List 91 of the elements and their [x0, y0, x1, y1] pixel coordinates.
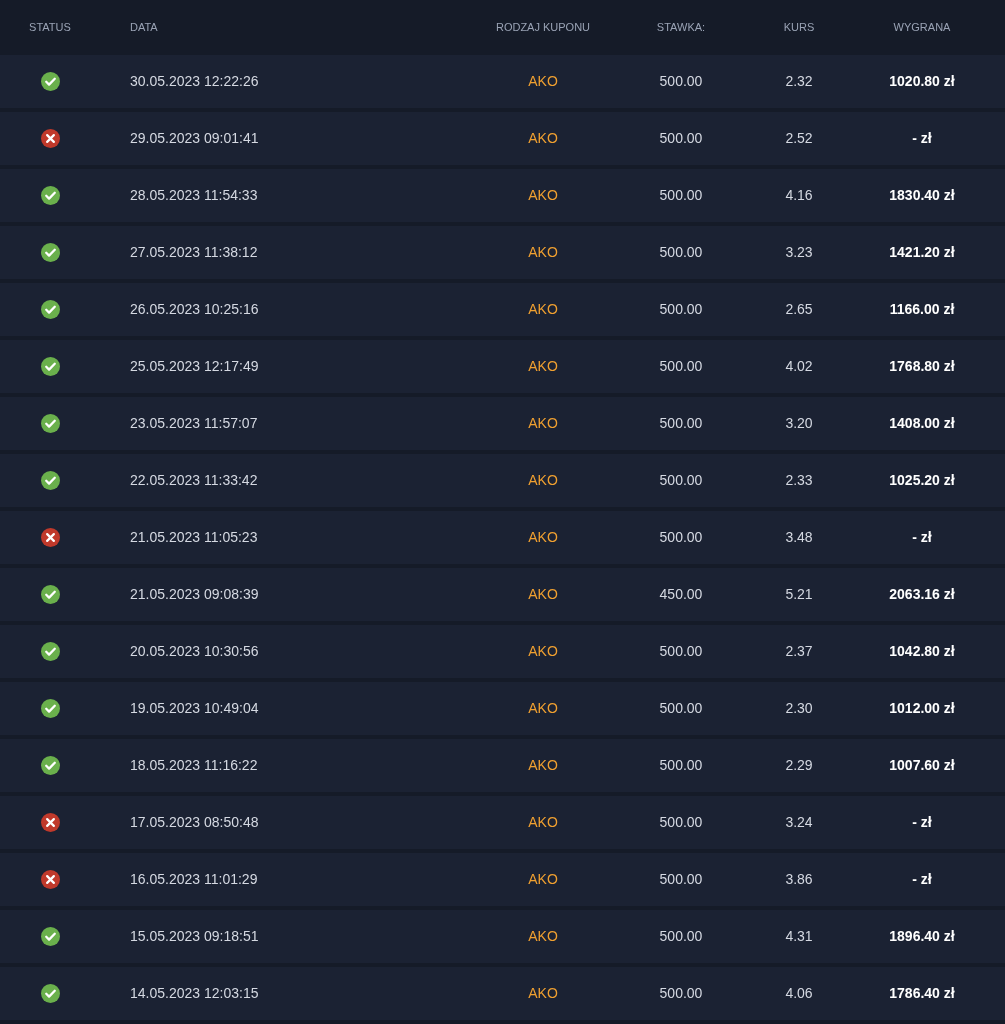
stake-cell-text: 500.00 — [659, 699, 703, 718]
stake-cell-text: 500.00 — [659, 471, 703, 490]
coupon-type-cell-text: AKO — [528, 129, 558, 148]
stake-cell-text: 500.00 — [659, 756, 703, 775]
coupon-type-cell-text: AKO — [528, 72, 558, 91]
stake-cell-text: 500.00 — [659, 642, 703, 661]
date-cell-text: 19.05.2023 10:49:04 — [130, 699, 259, 718]
odds-cell-text: 4.02 — [785, 357, 813, 376]
date-cell-text: 22.05.2023 11:33:42 — [130, 471, 258, 490]
odds-cell-text: 2.29 — [785, 756, 813, 775]
win-cell-text: - zł — [912, 129, 932, 148]
odds-cell-text: 2.37 — [785, 642, 813, 661]
odds-cell-text: 2.65 — [785, 300, 813, 319]
stake-cell-text: 500.00 — [659, 186, 703, 205]
win-cell-text: 1166.00 zł — [889, 300, 955, 319]
date-cell-text: 25.05.2023 12:17:49 — [130, 357, 259, 376]
coupon-type-cell-text: AKO — [528, 300, 558, 319]
coupon-type-cell-text: AKO — [528, 756, 558, 775]
coupon-type-cell-text: AKO — [528, 642, 558, 661]
win-cell-text: 1421.20 zł — [889, 243, 955, 262]
coupon-type-cell-text: AKO — [528, 585, 558, 604]
win-cell-text: 1020.80 zł — [889, 72, 955, 91]
stake-cell-text: 500.00 — [659, 72, 703, 91]
date-cell-text: 21.05.2023 09:08:39 — [130, 585, 259, 604]
win-cell-text: 1025.20 zł — [889, 471, 955, 490]
column-header: WYGRANA — [893, 20, 951, 36]
win-cell-text: 1012.00 zł — [889, 699, 955, 718]
date-cell-text: 15.05.2023 09:18:51 — [130, 927, 259, 946]
win-cell-text: 1768.80 zł — [889, 357, 955, 376]
coupon-type-cell-text: AKO — [528, 927, 558, 946]
odds-cell-text: 3.23 — [785, 243, 813, 262]
win-cell-text: 1042.80 zł — [889, 642, 955, 661]
odds-cell-text: 3.86 — [785, 870, 813, 889]
column-header: STATUS — [29, 20, 71, 36]
date-cell-text: 16.05.2023 11:01:29 — [130, 870, 258, 889]
stake-cell-text: 500.00 — [659, 927, 703, 946]
coupon-type-cell-text: AKO — [528, 414, 558, 433]
win-cell-text: 1830.40 zł — [889, 186, 955, 205]
date-cell-text: 26.05.2023 10:25:16 — [130, 300, 259, 319]
coupon-type-cell-text: AKO — [528, 528, 558, 547]
column-header: STAWKA: — [656, 20, 706, 36]
coupon-type-cell-text: AKO — [528, 186, 558, 205]
odds-cell-text: 5.21 — [785, 585, 813, 604]
coupon-type-cell-text: AKO — [528, 699, 558, 718]
coupon-type-cell-text: AKO — [528, 243, 558, 262]
win-cell-text: 1007.60 zł — [889, 756, 955, 775]
stake-cell-text: 500.00 — [659, 300, 703, 319]
date-cell-text: 20.05.2023 10:30:56 — [130, 642, 259, 661]
date-cell-text: 14.05.2023 12:03:15 — [130, 984, 259, 1003]
odds-cell-text: 3.24 — [785, 813, 813, 832]
win-cell-text: 1408.00 zł — [889, 414, 955, 433]
coupon-type-cell-text: AKO — [528, 471, 558, 490]
stake-cell-text: 500.00 — [659, 984, 703, 1003]
coupon-type-cell-text: AKO — [528, 357, 558, 376]
column-header: KURS — [783, 20, 815, 36]
odds-cell-text: 2.52 — [785, 129, 813, 148]
win-cell-text: 1786.40 zł — [889, 984, 955, 1003]
odds-cell-text: 3.48 — [785, 528, 813, 547]
date-cell-text: 23.05.2023 11:57:07 — [130, 414, 258, 433]
stake-cell-text: 500.00 — [659, 528, 703, 547]
odds-cell-text: 2.33 — [785, 471, 813, 490]
odds-cell-text: 4.06 — [785, 984, 813, 1003]
win-cell-text: 1896.40 zł — [889, 927, 955, 946]
stake-cell-text: 500.00 — [659, 243, 703, 262]
date-cell-text: 30.05.2023 12:22:26 — [130, 72, 259, 91]
date-cell-text: 21.05.2023 11:05:23 — [130, 528, 258, 547]
stake-cell-text: 450.00 — [659, 585, 703, 604]
odds-cell-text: 3.20 — [785, 414, 813, 433]
stake-cell-text: 500.00 — [659, 129, 703, 148]
date-cell-text: 29.05.2023 09:01:41 — [130, 129, 259, 148]
column-header: DATA — [130, 20, 158, 36]
date-cell-text: 18.05.2023 11:16:22 — [130, 756, 258, 775]
coupon-type-cell-text: AKO — [528, 984, 558, 1003]
win-cell-text: - zł — [912, 813, 932, 832]
date-cell-text: 27.05.2023 11:38:12 — [130, 243, 258, 262]
win-cell-text: 2063.16 zł — [889, 585, 955, 604]
odds-cell-text: 2.30 — [785, 699, 813, 718]
stake-cell-text: 500.00 — [659, 870, 703, 889]
column-header: RODZAJ KUPONU — [495, 20, 591, 36]
odds-cell-text: 2.32 — [785, 72, 813, 91]
odds-cell-text: 4.16 — [785, 186, 813, 205]
stake-cell-text: 500.00 — [659, 813, 703, 832]
odds-cell-text: 4.31 — [785, 927, 813, 946]
date-cell-text: 28.05.2023 11:54:33 — [130, 186, 258, 205]
win-cell-text: - zł — [912, 870, 932, 889]
stake-cell-text: 500.00 — [659, 357, 703, 376]
stake-cell-text: 500.00 — [659, 414, 703, 433]
coupon-type-cell-text: AKO — [528, 813, 558, 832]
coupon-type-cell-text: AKO — [528, 870, 558, 889]
date-cell-text: 17.05.2023 08:50:48 — [130, 813, 259, 832]
win-cell-text: - zł — [912, 528, 932, 547]
